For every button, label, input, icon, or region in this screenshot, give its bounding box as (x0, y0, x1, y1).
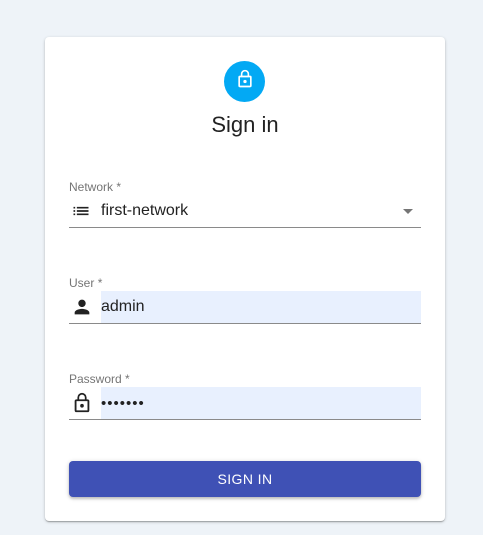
sign-in-button[interactable]: SIGN IN (69, 461, 421, 497)
network-field: Network * first-network (69, 180, 421, 228)
page-title: Sign in (211, 112, 279, 137)
person-icon (69, 291, 101, 324)
password-input-row: ••••••• (69, 387, 421, 420)
lock-outline-icon (235, 69, 255, 94)
user-field: User * admin (69, 276, 421, 324)
lock-avatar (224, 61, 265, 102)
user-label: User * (69, 276, 103, 290)
password-field: Password * ••••••• (69, 372, 421, 420)
sign-in-card: Sign in Network * first-network User * a… (45, 37, 445, 521)
password-input[interactable]: ••••••• (101, 387, 421, 419)
network-value: first-network (101, 202, 189, 219)
user-input[interactable]: admin (101, 291, 421, 323)
password-label: Password * (69, 372, 130, 386)
network-select[interactable]: first-network (69, 195, 421, 228)
chevron-down-icon[interactable] (403, 209, 413, 214)
user-input-row: admin (69, 291, 421, 324)
lock-icon (69, 387, 101, 420)
list-icon (69, 195, 101, 228)
network-label: Network * (69, 180, 122, 194)
